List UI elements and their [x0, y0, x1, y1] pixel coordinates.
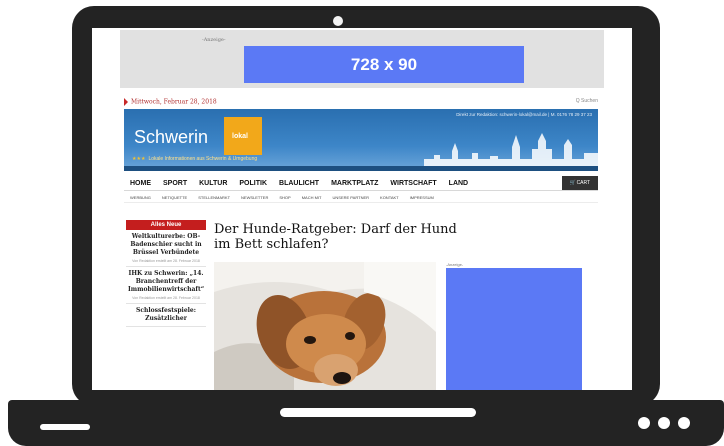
- contact-info[interactable]: Direkt zur Redaktion: schwerin-lokal@mai…: [456, 112, 592, 117]
- list-item[interactable]: Schlossfestspiele: Zusätzlicher: [126, 304, 206, 327]
- website-page: Mittwoch, Februar 28, 2018 Q Suchen Dire…: [124, 94, 598, 390]
- nav-item-home[interactable]: HOME: [130, 180, 151, 187]
- sub-nav: WERBUNG NETIQUETTE STELLENMARKT NEWSLETT…: [124, 193, 598, 203]
- subnav-item-newsletter[interactable]: NEWSLETTER: [241, 195, 268, 200]
- dot: [658, 417, 670, 429]
- cart-button[interactable]: 🛒 CART: [562, 176, 598, 190]
- dot: [638, 417, 650, 429]
- flag-icon: [124, 98, 128, 106]
- list-item[interactable]: IHK zu Schwerin: „14. Branchentreff der …: [126, 267, 206, 304]
- date-text: Mittwoch, Februar 28, 2018: [131, 98, 217, 106]
- stars-icon: ★★★: [132, 156, 146, 162]
- site-logo[interactable]: Schwerin: [134, 127, 208, 148]
- ad-label: -Anzeige-: [202, 37, 226, 43]
- nav-item-land[interactable]: LAND: [449, 180, 468, 187]
- nav-item-wirtschaft[interactable]: WIRTSCHAFT: [390, 180, 436, 187]
- dash-icon: [40, 424, 90, 430]
- tagline: ★★★ Lokale Informationen aus Schwerin & U…: [132, 156, 257, 162]
- side-ad-banner[interactable]: [446, 268, 582, 390]
- nav-item-sport[interactable]: SPORT: [163, 180, 187, 187]
- list-item-meta: Von Redaktion erstellt am 28. Februar 20…: [132, 259, 200, 263]
- subnav-item-stellenmarkt[interactable]: STELLENMARKT: [198, 195, 230, 200]
- camera-icon: [333, 16, 343, 26]
- nav-item-kultur[interactable]: KULTUR: [199, 180, 227, 187]
- nav-item-blaulicht[interactable]: BLAULICHT: [279, 180, 319, 187]
- cart-label: CART: [576, 180, 591, 186]
- laptop-base: [8, 400, 724, 446]
- dog-photo: [214, 262, 436, 390]
- list-item[interactable]: Weltkulturerbe: OB-Badenschier sucht in …: [126, 230, 206, 267]
- masthead: Direkt zur Redaktion: schwerin-lokal@mai…: [124, 109, 598, 171]
- subnav-item-shop[interactable]: SHOP: [279, 195, 290, 200]
- search-link[interactable]: Q Suchen: [576, 98, 598, 104]
- skyline-icon: [424, 133, 598, 171]
- news-sidebar: Alles Neue Weltkulturerbe: OB-Badenschie…: [126, 220, 206, 390]
- date-display: Mittwoch, Februar 28, 2018: [124, 98, 217, 106]
- sidebar-header: Alles Neue: [126, 220, 206, 230]
- laptop-screen: -Anzeige- 728 x 90 Mittwoch, Februar 28,…: [92, 28, 632, 390]
- subnav-item-partner[interactable]: UNSERE PARTNER: [333, 195, 370, 200]
- logo-badge[interactable]: lokal: [224, 117, 262, 155]
- nav-item-politik[interactable]: POLITIK: [239, 180, 267, 187]
- dot: [678, 417, 690, 429]
- subnav-item-mach-mit[interactable]: MACH MIT: [302, 195, 322, 200]
- list-item-title[interactable]: Schlossfestspiele: Zusätzlicher: [128, 307, 204, 323]
- subnav-item-werbung[interactable]: WERBUNG: [130, 195, 151, 200]
- dots-icon: [638, 417, 690, 429]
- list-item-title[interactable]: IHK zu Schwerin: „14. Branchentreff der …: [128, 270, 204, 294]
- side-ad-label: -Anzeige-: [446, 262, 464, 267]
- main-nav: HOME SPORT KULTUR POLITIK BLAULICHT MARK…: [124, 176, 598, 191]
- article-headline[interactable]: Der Hunde-Ratgeber: Darf der Hund im Bet…: [214, 222, 464, 252]
- list-item-meta: Von Redaktion erstellt am 28. Februar 20…: [132, 296, 200, 300]
- cart-icon: 🛒: [569, 180, 577, 186]
- masthead-bar: [124, 166, 598, 171]
- top-ad-banner[interactable]: -Anzeige- 728 x 90: [120, 30, 604, 88]
- list-item-title[interactable]: Weltkulturerbe: OB-Badenschier sucht in …: [128, 233, 204, 257]
- nav-item-marktplatz[interactable]: MARKTPLATZ: [331, 180, 378, 187]
- article-photo[interactable]: [214, 262, 436, 390]
- subnav-item-kontakt[interactable]: KONTAKT: [380, 195, 399, 200]
- hinge-slot: [280, 408, 476, 417]
- tagline-text: Lokale Informationen aus Schwerin & Umge…: [148, 156, 258, 162]
- ad-728x90[interactable]: 728 x 90: [244, 46, 524, 83]
- logo-badge-text: lokal: [232, 133, 248, 140]
- subnav-item-impressum[interactable]: IMPRESSUM: [410, 195, 434, 200]
- subnav-item-netiquette[interactable]: NETIQUETTE: [162, 195, 187, 200]
